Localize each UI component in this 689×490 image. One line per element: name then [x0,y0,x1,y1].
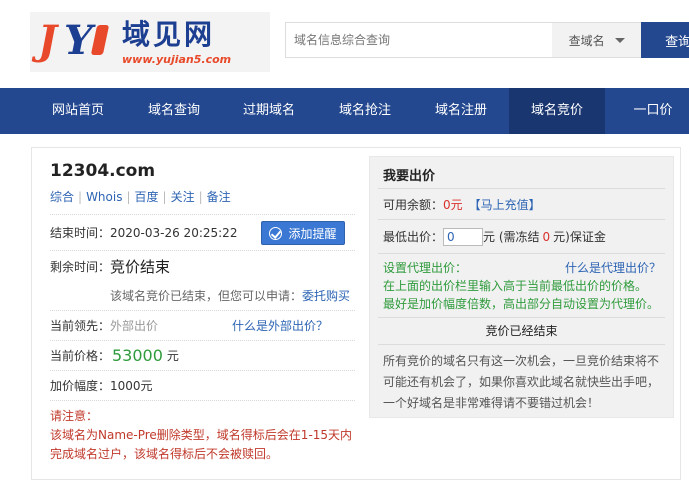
check-circle-icon [269,226,283,240]
link-whois[interactable]: Whois [86,190,122,204]
notice-title: 请注意： [50,409,99,423]
end-time-row: 结束时间： 2020-03-26 20:25:22 添加提醒 [50,214,355,250]
link-follow[interactable]: 关注 [171,190,195,204]
chevron-down-icon [614,37,625,43]
price-value: 53000 [112,346,163,365]
search-type-label: 查域名 [568,33,605,48]
remaining-row: 剩余时间： 竞价结束 [50,250,355,282]
delegate-buy-link[interactable]: 委托购买 [302,289,350,303]
link-note[interactable]: 备注 [207,190,231,204]
ended-text: 该域名竞价已结束，但您可以申请： [110,289,303,303]
external-bid-help-link[interactable]: 什么是外部出价？ [232,317,328,334]
increment-row: 加价幅度： 1000元 [50,370,355,400]
domain-links: 综合 | Whois | 百度 | 关注 | 备注 [50,190,231,204]
domain-info: 12304.com 综合 | Whois | 百度 | 关注 | 备注 结束时间： 2020-0… [50,160,355,464]
leader-row: 当前领先： 外部出价 什么是外部出价？ [50,310,355,340]
price-row: 当前价格： 53000 元 [50,340,355,370]
logo-mark-icon: JY [38,15,118,69]
nav-item-home[interactable]: 网站首页 [30,88,126,134]
auction-ended-text: 所有竞价的域名只有这一次机会，一旦竞价结束将不可能还有机会了，如果你喜欢此域名就… [383,354,660,410]
nav-item-register[interactable]: 域名注册 [413,88,509,134]
agent-bid-line-2: 最好是加价幅度倍数，高出部分自动设置为代理价。 [383,297,660,311]
bid-box-title: 我要出价 [378,157,665,189]
agent-bid-label: 设置代理出价： [383,261,468,275]
site-logo[interactable]: JY 域见网 www.yujian5.com [30,12,270,72]
nav-item-backorder[interactable]: 域名抢注 [317,88,413,134]
agent-bid-block: 设置代理出价： 什么是代理出价？ 在上面的出价栏里输入高于当前最低出价的价格。 … [378,254,665,318]
search-input[interactable] [286,23,553,57]
balance-value: 0元 [443,197,463,212]
link-overview[interactable]: 综合 [50,190,74,204]
agent-bid-help-link[interactable]: 什么是代理出价？ [565,259,661,277]
main-nav: 网站首页 域名查询 过期域名 域名抢注 域名注册 域名竞价 一口价 [0,88,689,134]
notice-text: 该域名为Name-Pre删除类型，域名得标后会在1-15天内完成域名过户，该域名… [50,428,353,461]
balance-label: 可用余额： [383,197,444,212]
increment-value: 1000元 [110,379,153,393]
header: JY 域见网 www.yujian5.com 查域名 查询 [0,0,689,88]
nav-item-fixed-price[interactable]: 一口价 [605,88,689,134]
logo-name: 域见网 [122,17,216,51]
leader-label: 当前领先： [50,319,111,333]
add-reminder-label: 添加提醒 [288,226,337,241]
logo-url: www.yujian5.com [122,52,232,66]
nav-item-expired[interactable]: 过期域名 [221,88,317,134]
end-time-label: 结束时间： [50,226,111,240]
min-bid-suffix-1: 元 (需冻结 [483,230,540,244]
auction-panel: 12304.com 综合 | Whois | 百度 | 关注 | 备注 结束时间： 2020-0… [31,147,681,480]
increment-label: 加价幅度： [50,379,111,393]
notice-block: 请注意： 该域名为Name-Pre删除类型，域名得标后会在1-15天内完成域名过… [50,400,355,464]
remaining-value: 竞价结束 [110,258,171,276]
freeze-value: 0 [542,229,551,244]
bid-amount-input[interactable] [443,227,484,246]
nav-item-auction[interactable]: 域名竞价 [509,88,605,134]
search-type-select[interactable]: 查域名 [552,23,642,57]
end-time-value: 2020-03-26 20:25:22 [110,225,238,240]
recharge-link[interactable]: 【马上充值】 [469,196,541,213]
search-button[interactable]: 查询 [641,22,689,58]
agent-bid-line-1: 在上面的出价栏里输入高于当前最低出价的价格。 [383,279,648,293]
min-bid-label: 最低出价： [383,230,444,244]
min-bid-suffix-2: 元)保证金 [553,230,606,244]
remaining-label: 剩余时间： [50,260,111,274]
nav-item-domain-query[interactable]: 域名查询 [126,88,222,134]
price-unit: 元 [166,349,179,363]
auction-ended-title: 竞价已经结束 [378,318,665,345]
leader-value: 外部出价 [110,319,159,333]
search-bar: 查域名 查询 [285,22,689,58]
bid-box: 我要出价 可用余额： 0元 【马上充值】 最低出价： 元 (需冻结 0 元)保证… [369,156,674,418]
link-baidu[interactable]: 百度 [135,190,159,204]
ended-row: 该域名竞价已结束，但您可以申请：委托购买 [50,282,355,310]
add-reminder-button[interactable]: 添加提醒 [261,221,345,245]
min-bid-row: 最低出价： 元 (需冻结 0 元)保证金 [378,220,665,254]
domain-name: 12304.com [50,161,156,181]
balance-row: 可用余额： 0元 【马上充值】 [378,189,665,220]
price-label: 当前价格： [50,349,111,363]
